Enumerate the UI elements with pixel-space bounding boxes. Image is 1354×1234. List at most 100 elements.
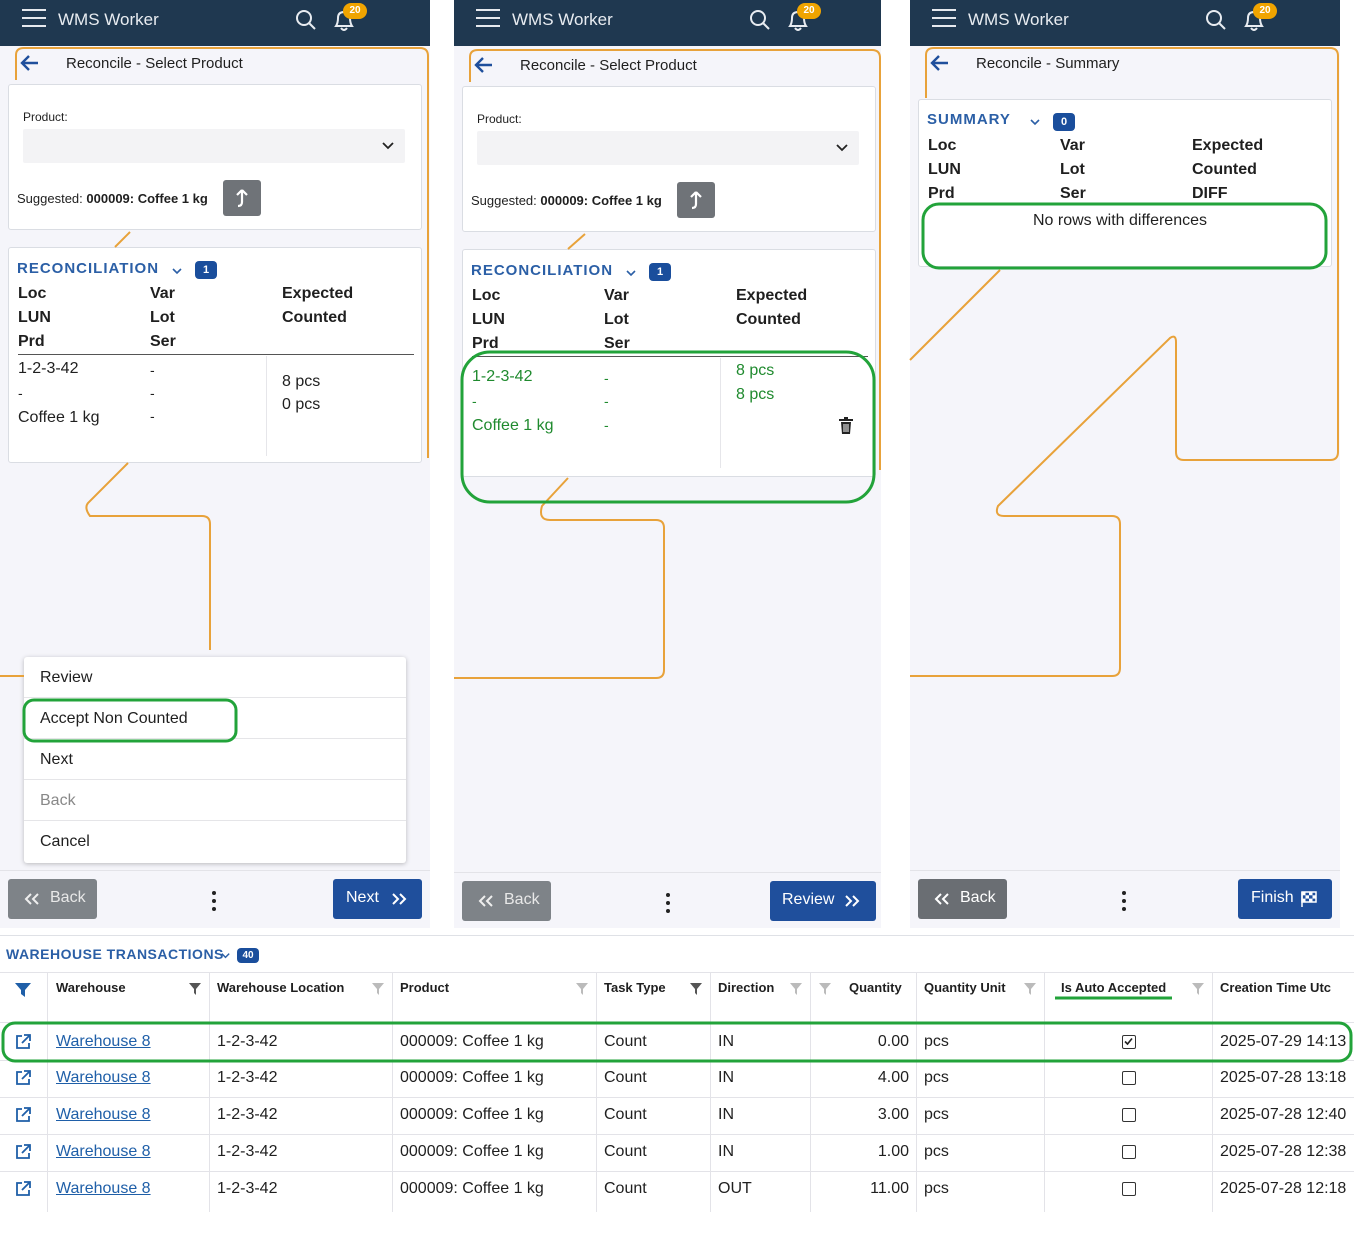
chevron-down-icon <box>382 142 394 150</box>
col-creation-time[interactable]: Creation Time Utc <box>1220 980 1331 995</box>
chevron-down-icon[interactable] <box>220 950 231 961</box>
open-external-icon[interactable] <box>14 1069 32 1087</box>
app-title: WMS Worker <box>968 10 1069 29</box>
trash-icon[interactable] <box>838 417 854 435</box>
col-header: Var <box>1060 137 1085 154</box>
product-select[interactable] <box>23 129 405 163</box>
warehouse-link[interactable]: Warehouse 8 <box>56 1033 151 1051</box>
open-external-icon[interactable] <box>14 1180 32 1198</box>
filter-icon[interactable] <box>14 982 32 998</box>
more-options-icon[interactable] <box>212 891 218 915</box>
row-divider <box>0 1134 1354 1135</box>
cell-prd: Coffee 1 kg <box>472 417 554 434</box>
section-title[interactable]: RECONCILIATION <box>471 262 613 279</box>
col-header: Var <box>604 287 629 304</box>
cell-creation-time: 2025-07-28 13:18 <box>1220 1069 1347 1086</box>
col-header: DIFF <box>1192 185 1228 202</box>
menu-icon[interactable] <box>932 9 956 29</box>
bottom-bar: Back Review <box>454 872 881 928</box>
col-quantity-unit[interactable]: Quantity Unit <box>924 980 1006 995</box>
filter-icon[interactable] <box>371 982 385 996</box>
warehouse-link[interactable]: Warehouse 8 <box>56 1180 151 1198</box>
header-divider <box>18 354 414 355</box>
col-quantity[interactable]: Quantity <box>849 980 902 995</box>
menu-item-cancel[interactable]: Cancel <box>24 821 406 862</box>
filter-icon[interactable] <box>575 982 589 996</box>
cell-quantity: 1.00 <box>877 1143 909 1160</box>
cell-location: 1-2-3-42 <box>217 1180 278 1197</box>
cell-location: 1-2-3-42 <box>217 1143 278 1160</box>
col-task-type[interactable]: Task Type <box>604 980 666 995</box>
col-warehouse-location[interactable]: Warehouse Location <box>217 980 344 995</box>
open-external-icon[interactable] <box>14 1033 32 1051</box>
col-divider <box>1212 972 1213 1212</box>
search-icon[interactable] <box>748 8 772 32</box>
menu-icon[interactable] <box>476 9 500 29</box>
review-button[interactable]: Review <box>770 881 876 921</box>
filter-icon[interactable] <box>1023 982 1037 996</box>
notification-badge: 20 <box>343 3 367 19</box>
col-product[interactable]: Product <box>400 980 449 995</box>
filter-icon[interactable] <box>188 982 202 996</box>
cell-creation-time: 2025-07-28 12:18 <box>1220 1180 1347 1197</box>
next-button[interactable]: Next <box>333 879 422 919</box>
filter-icon[interactable] <box>789 982 803 996</box>
menu-item-review[interactable]: Review <box>24 657 406 698</box>
back-button[interactable]: Back <box>918 879 1007 919</box>
filter-icon[interactable] <box>689 982 703 996</box>
grid-title[interactable]: WAREHOUSE TRANSACTIONS <box>6 946 224 962</box>
title-row: Reconcile - Summary <box>910 48 1340 80</box>
auto-accepted-checkbox[interactable] <box>1122 1035 1136 1049</box>
cell-lot: - <box>150 385 155 401</box>
cell-ser: - <box>150 408 155 424</box>
arrow-up-icon <box>236 189 248 208</box>
auto-accepted-checkbox[interactable] <box>1122 1145 1136 1159</box>
menu-item-accept-non-counted[interactable]: Accept Non Counted <box>24 698 406 739</box>
more-options-icon[interactable] <box>666 893 672 917</box>
search-icon[interactable] <box>294 8 318 32</box>
use-suggested-button[interactable] <box>677 182 715 218</box>
header-divider <box>472 356 868 357</box>
filter-icon[interactable] <box>1191 982 1205 996</box>
open-external-icon[interactable] <box>14 1106 32 1124</box>
col-direction[interactable]: Direction <box>718 980 774 995</box>
auto-accepted-checkbox[interactable] <box>1122 1071 1136 1085</box>
cell-loc: 1-2-3-42 <box>472 368 533 385</box>
col-is-auto-accepted[interactable]: Is Auto Accepted <box>1061 980 1166 995</box>
grid-header-top <box>0 972 1354 973</box>
back-button[interactable]: Back <box>8 879 97 919</box>
panel-reconcile-summary: WMS Worker 20 Reconcile - Summary SUMMAR… <box>910 0 1340 928</box>
title-row: Reconcile - Select Product <box>454 50 881 82</box>
more-options-icon[interactable] <box>1122 891 1128 915</box>
cell-direction: OUT <box>718 1180 752 1197</box>
chevron-down-icon[interactable] <box>171 265 183 277</box>
warehouse-link[interactable]: Warehouse 8 <box>56 1143 151 1161</box>
section-title[interactable]: SUMMARY <box>927 111 1011 128</box>
warehouse-link[interactable]: Warehouse 8 <box>56 1069 151 1087</box>
back-button[interactable]: Back <box>462 881 551 921</box>
open-external-icon[interactable] <box>14 1143 32 1161</box>
auto-accepted-checkbox[interactable] <box>1122 1182 1136 1196</box>
chevron-down-icon[interactable] <box>1029 116 1041 128</box>
back-arrow-icon[interactable] <box>928 51 952 75</box>
back-arrow-icon[interactable] <box>472 53 496 77</box>
chevrons-left-icon <box>24 893 39 905</box>
section-title[interactable]: RECONCILIATION <box>17 260 159 277</box>
warehouse-link[interactable]: Warehouse 8 <box>56 1106 151 1124</box>
menu-item-next[interactable]: Next <box>24 739 406 780</box>
checkered-flag-icon <box>1301 891 1317 907</box>
back-arrow-icon[interactable] <box>18 51 42 75</box>
cell-expected: 8 pcs <box>736 362 775 379</box>
search-icon[interactable] <box>1204 8 1228 32</box>
chevron-down-icon[interactable] <box>625 267 637 279</box>
count-badge: 0 <box>1053 113 1075 131</box>
notification-badge: 20 <box>1253 3 1277 19</box>
filter-icon[interactable] <box>818 982 832 996</box>
auto-accepted-checkbox[interactable] <box>1122 1108 1136 1122</box>
menu-icon[interactable] <box>22 9 46 29</box>
use-suggested-button[interactable] <box>223 180 261 216</box>
product-label: Product: <box>477 112 522 126</box>
finish-button[interactable]: Finish <box>1238 879 1332 919</box>
product-select[interactable] <box>477 131 859 165</box>
col-warehouse[interactable]: Warehouse <box>56 980 126 995</box>
